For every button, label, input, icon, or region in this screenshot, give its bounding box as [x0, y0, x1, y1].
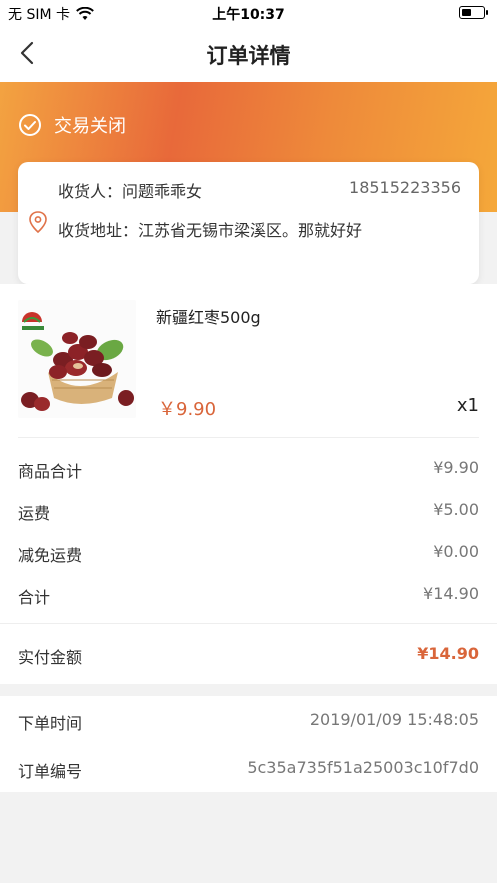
receiver-name: 收货人：问题乖乖女: [58, 182, 203, 201]
summary-row-total: 合计 ¥14.90: [18, 584, 479, 608]
shipping-address: 收货地址：江苏省无锡市梁溪区。那就好好: [58, 221, 363, 240]
divider: [0, 623, 497, 624]
order-time-value: 2019/01/09 15:48:05: [309, 710, 479, 729]
location-pin-icon: [29, 211, 47, 234]
summary-label: 运费: [18, 504, 51, 523]
summary-value: ¥5.00: [433, 500, 479, 519]
order-status-label: 交易关闭: [54, 116, 126, 137]
red-dates-image: [18, 300, 136, 418]
order-status: 交易关闭: [18, 112, 126, 138]
divider: [18, 437, 479, 438]
order-number-value[interactable]: 5c35a735f51a25003c10f7d0: [247, 758, 479, 782]
receiver-row: 收货人：问题乖乖女 18515223356: [58, 178, 461, 202]
battery-icon: [459, 6, 488, 19]
order-time-label: 下单时间: [18, 714, 83, 733]
summary-row-shipping: 运费 ¥5.00: [18, 500, 479, 524]
order-time-row: 下单时间 2019/01/09 15:48:05: [18, 710, 479, 734]
status-time: 上午10:37: [212, 7, 285, 23]
product-quantity: x1: [456, 395, 479, 416]
order-number-label: 订单编号: [18, 762, 83, 781]
order-info: 下单时间 2019/01/09 15:48:05 订单编号 5c35a735f5…: [0, 696, 497, 792]
receiver-phone: 18515223356: [349, 178, 461, 197]
product-section: 新疆红枣500g ￥9.90 x1: [0, 284, 497, 444]
order-number-row: 订单编号 5c35a735f51a25003c10f7d0: [18, 758, 479, 782]
summary-label: 商品合计: [18, 462, 83, 481]
summary-row-subtotal: 商品合计 ¥9.90: [18, 458, 479, 482]
summary-label: 减免运费: [18, 546, 83, 565]
summary-value: ¥14.90: [423, 584, 479, 603]
summary-value: ¥0.00: [433, 542, 479, 561]
check-circle-icon: [19, 114, 41, 136]
nav-bar: 订单详情: [0, 26, 497, 82]
paid-label: 实付金额: [18, 648, 83, 667]
summary-row-paid: 实付金额 ¥14.90: [18, 644, 479, 668]
product-name: 新疆红枣500g: [156, 308, 261, 327]
price-summary: 商品合计 ¥9.90 运费 ¥5.00 减免运费 ¥0.00 合计 ¥14.90…: [0, 444, 497, 684]
paid-amount: ¥14.90: [417, 644, 479, 663]
summary-row-shipping-discount: 减免运费 ¥0.00: [18, 542, 479, 566]
summary-value: ¥9.90: [433, 458, 479, 477]
address-card: 收货人：问题乖乖女 18515223356 收货地址：江苏省无锡市梁溪区。那就好…: [18, 162, 479, 284]
summary-label: 合计: [18, 588, 51, 607]
page-title: 订单详情: [206, 44, 291, 68]
product-price: ￥9.90: [158, 399, 217, 420]
status-bar: 无 SIM 卡 上午10:37: [0, 0, 497, 26]
